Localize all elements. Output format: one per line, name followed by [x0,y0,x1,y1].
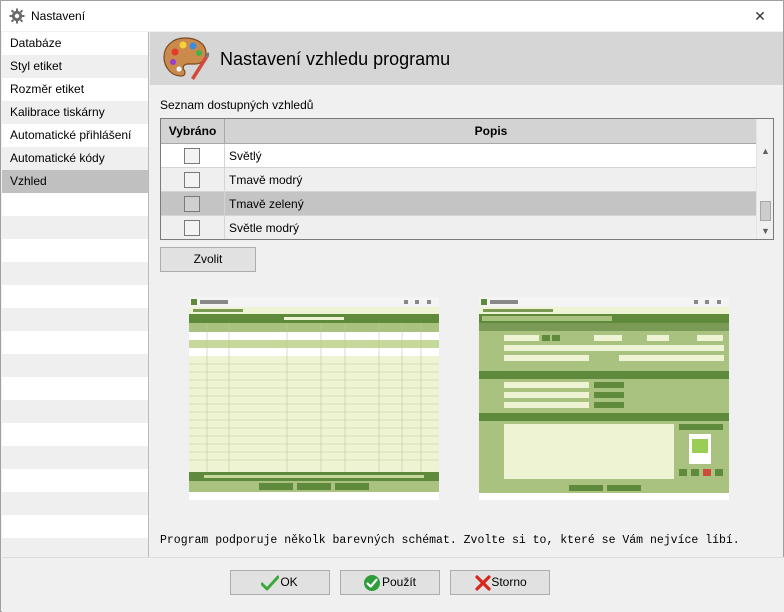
apply-button[interactable]: Použít [340,570,440,595]
selected-cell [161,144,225,168]
gear-icon [9,8,25,24]
ok-button[interactable]: OK [230,570,330,595]
sidebar-filler [2,216,148,239]
sidebar-filler [2,515,148,538]
dialog-button-bar: OK Použít Storno [2,557,784,612]
sidebar-filler [2,377,148,400]
sidebar-item-vzhled[interactable]: Vzhled [2,170,148,193]
sidebar-filler [2,331,148,354]
sidebar-filler [2,538,148,557]
sidebar-item-label: Vzhled [10,174,47,188]
theme-preview-grid [189,297,439,500]
sidebar-item-kalibrace-tiskarny[interactable]: Kalibrace tiskárny [2,101,148,124]
sidebar-filler [2,469,148,492]
choose-button[interactable]: Zvolit [160,247,256,272]
selected-cell [161,168,225,192]
cross-icon [475,575,491,591]
theme-name: Světle modrý [229,221,300,235]
theme-name: Světlý [229,149,262,163]
selected-cell [161,216,225,239]
close-icon: ✕ [754,8,766,24]
apply-label: Použít [381,575,417,589]
sidebar-item-styl-etiket[interactable]: Styl etiket [2,55,148,78]
grid-scrollbar[interactable]: ▲ ▼ [756,119,773,239]
sidebar-filler [2,423,148,446]
sidebar-item-label: Rozměr etiket [10,82,85,96]
sidebar-filler [2,193,148,216]
theme-name: Tmavě zelený [229,197,304,211]
grid-header: Vybráno Popis [161,119,757,144]
sidebar-filler [2,262,148,285]
sidebar-item-rozmer-etiket[interactable]: Rozměr etiket [2,78,148,101]
theme-checkbox[interactable] [184,220,200,236]
sidebar-filler [2,308,148,331]
theme-preview-form [479,297,729,500]
scroll-up-icon[interactable]: ▲ [757,143,773,159]
sidebar-filler [2,285,148,308]
palette-icon [163,37,209,80]
cancel-label: Storno [491,575,527,589]
check-circle-icon [364,575,380,591]
themes-list-label: Seznam dostupných vzhledů [160,98,314,112]
sidebar-item-label: Kalibrace tiskárny [10,105,105,119]
sidebar-item-label: Styl etiket [10,59,63,73]
table-row[interactable]: Světlý [161,144,757,168]
column-header-selected[interactable]: Vybráno [161,119,225,144]
sidebar-filler [2,446,148,469]
selected-cell [161,192,225,216]
sidebar-item-databaze[interactable]: Databáze [2,32,148,55]
sidebar-item-label: Automatické přihlášení [10,128,132,142]
table-row[interactable]: Tmavě modrý [161,168,757,192]
column-header-description[interactable]: Popis [225,119,757,144]
sidebar-item-label: Automatické kódy [10,151,105,165]
theme-checkbox[interactable] [184,196,200,212]
table-row[interactable]: Světle modrý [161,216,757,239]
sidebar-filler [2,492,148,515]
theme-checkbox[interactable] [184,172,200,188]
title-bar: Nastavení ✕ [1,1,783,31]
ok-label: OK [280,575,298,589]
check-icon [261,575,279,591]
settings-window: Nastavení ✕ Databáze Styl etiket Rozměr … [0,0,784,612]
sidebar-item-automaticke-prihlaseni[interactable]: Automatické přihlášení [2,124,148,147]
table-row[interactable]: Tmavě zelený [161,192,757,216]
settings-sidebar: Databáze Styl etiket Rozměr etiket Kalib… [2,32,149,557]
settings-content: Nastavení vzhledu programu Seznam dostup… [150,32,783,557]
page-title: Nastavení vzhledu programu [220,49,451,69]
scroll-thumb[interactable] [760,201,771,221]
sidebar-item-label: Databáze [10,36,62,50]
sidebar-filler [2,400,148,423]
sidebar-item-automaticke-kody[interactable]: Automatické kódy [2,147,148,170]
sidebar-filler [2,239,148,262]
themes-grid: Vybráno Popis Světlý Tmavě modrý Tmavě z… [160,118,774,240]
cancel-button[interactable]: Storno [450,570,550,595]
section-header: Nastavení vzhledu programu [150,32,783,85]
window-title: Nastavení [31,9,86,23]
sidebar-filler [2,354,148,377]
scroll-down-icon[interactable]: ▼ [757,223,773,239]
close-button[interactable]: ✕ [737,1,783,31]
help-text: Program podporuje několk barevných schém… [160,534,740,547]
theme-checkbox[interactable] [184,148,200,164]
theme-name: Tmavě modrý [229,173,303,187]
